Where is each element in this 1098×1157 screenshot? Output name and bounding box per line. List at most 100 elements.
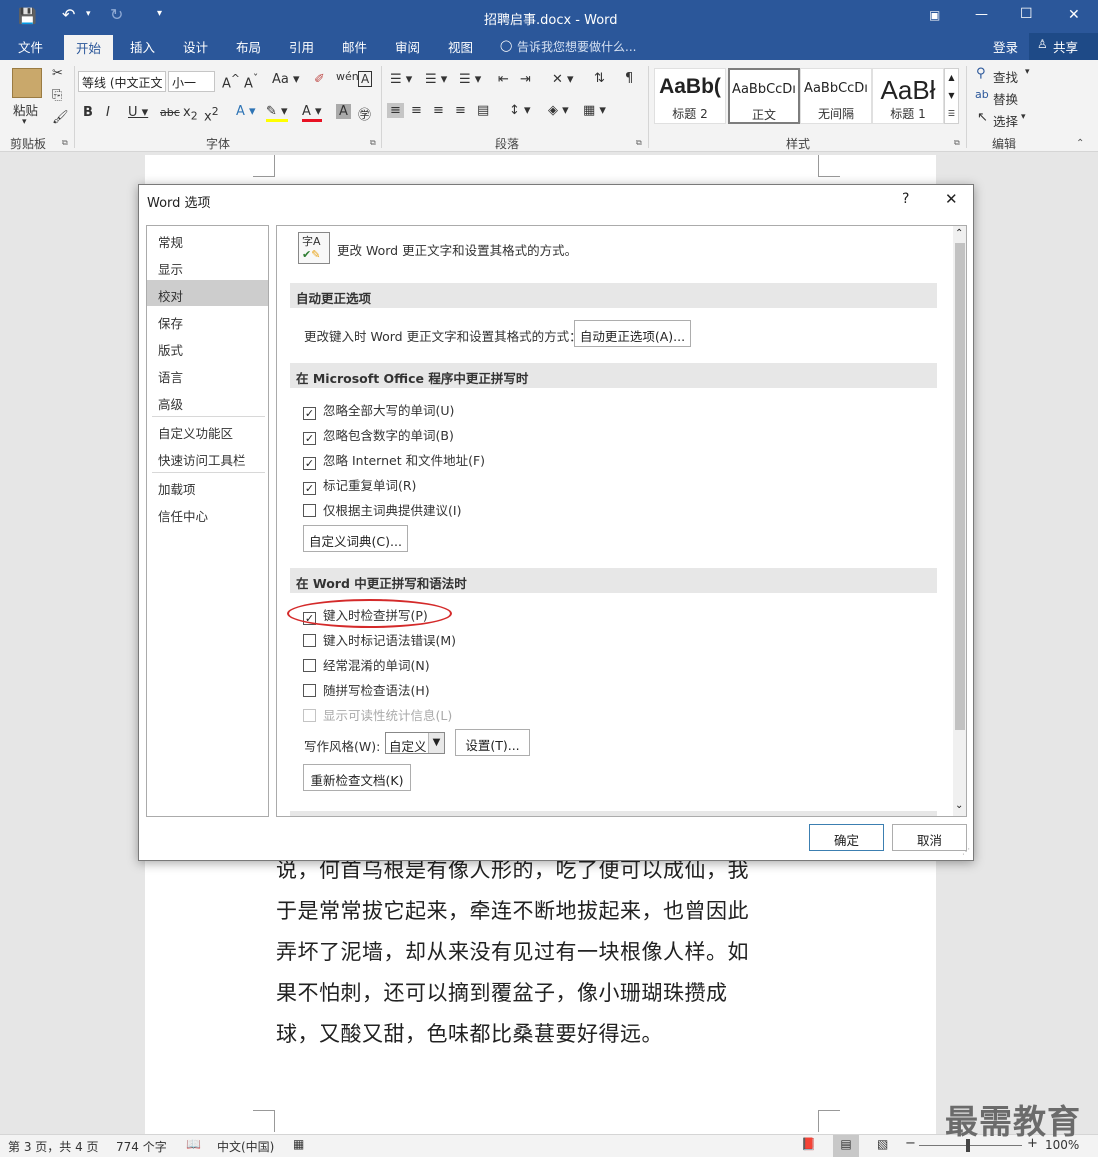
copy-icon[interactable]: ⎘ — [52, 88, 62, 103]
phonetic-guide-icon[interactable]: wén — [336, 70, 359, 83]
style-heading-1[interactable]: AaBł 标题 1 — [872, 68, 944, 124]
align-left-icon[interactable]: ≡ — [387, 103, 404, 118]
character-border-icon[interactable]: A — [358, 71, 373, 87]
tab-file[interactable]: 文件 — [18, 37, 43, 56]
style-normal[interactable]: AaBbCcDı 正文 — [728, 68, 800, 124]
justify-icon[interactable]: ≡ — [455, 103, 466, 118]
show-formatting-icon[interactable]: ¶ — [625, 71, 633, 86]
close-button[interactable]: ✕ — [1068, 7, 1080, 23]
shading-icon[interactable]: ◈ ▾ — [548, 103, 569, 118]
undo-dropdown-icon[interactable]: ▾ — [86, 9, 91, 19]
login-link[interactable]: 登录 — [993, 37, 1018, 56]
tab-mailings[interactable]: 邮件 — [342, 37, 367, 56]
nav-customize-ribbon[interactable]: 自定义功能区 — [147, 417, 268, 443]
checkbox-row[interactable]: ✓ 忽略包含数字的单词(B) — [303, 425, 454, 445]
styles-gallery-scroll[interactable]: ▲ ▼ ☰ — [944, 68, 959, 124]
dialog-launcher-icon[interactable]: ⧉ — [954, 138, 960, 148]
checkbox-row[interactable]: ✓ 标记重复单词(R) — [303, 475, 416, 495]
save-icon[interactable]: 💾 — [18, 7, 37, 25]
checkbox[interactable]: ✓ — [303, 457, 316, 470]
line-spacing-icon[interactable]: ↕ ▾ — [509, 103, 531, 118]
highlight-icon[interactable]: ✎ ▾ — [266, 104, 288, 122]
distributed-icon[interactable]: ▤ — [477, 103, 489, 118]
style-heading-2[interactable]: AaBb( 标题 2 — [654, 68, 726, 124]
tab-references[interactable]: 引用 — [289, 37, 314, 56]
dialog-launcher-icon[interactable]: ⧉ — [636, 138, 642, 148]
redo-icon[interactable]: ↻ — [110, 5, 123, 24]
italic-icon[interactable]: I — [106, 105, 110, 120]
undo-icon[interactable]: ↶ — [62, 5, 75, 24]
nav-add-ins[interactable]: 加载项 — [147, 473, 268, 499]
enclose-characters-icon[interactable]: ㊫ — [358, 104, 371, 123]
tab-view[interactable]: 视图 — [448, 37, 473, 56]
checkbox[interactable] — [303, 634, 316, 647]
nav-typography[interactable]: 版式 — [147, 334, 268, 360]
proofing-icon[interactable]: 📖 — [186, 1137, 201, 1151]
nav-advanced[interactable]: 高级 — [147, 388, 268, 414]
chinese-layout-icon[interactable]: ✕ ▾ — [552, 72, 574, 87]
resize-grip-icon[interactable]: ⋰ — [962, 847, 970, 856]
grow-font-icon[interactable]: A^ — [222, 72, 240, 91]
find-button[interactable]: 查找 — [993, 67, 1018, 86]
content-scrollbar[interactable]: ⌃ ⌄ — [953, 226, 966, 816]
find-dropdown-icon[interactable]: ▾ — [1025, 67, 1030, 77]
maximize-button[interactable]: ☐ — [1020, 6, 1033, 22]
help-button[interactable]: ? — [902, 191, 909, 207]
autocorrect-options-button[interactable]: 自动更正选项(A)... — [574, 320, 691, 347]
superscript-icon[interactable]: x2 — [204, 105, 219, 124]
paste-icon[interactable] — [12, 68, 42, 98]
checkbox-row[interactable]: 随拼写检查语法(H) — [303, 680, 430, 698]
print-layout-icon[interactable]: ▤ — [833, 1135, 859, 1157]
font-color-icon[interactable]: A ▾ — [302, 104, 322, 122]
tell-me-input[interactable]: 告诉我您想要做什么... — [517, 38, 636, 55]
recheck-document-button[interactable]: 重新检查文档(K) — [303, 764, 411, 791]
checkbox-row[interactable]: ✓ 忽略全部大写的单词(U) — [303, 400, 454, 420]
nav-proofing[interactable]: 校对 — [147, 280, 268, 306]
align-right-icon[interactable]: ≡ — [433, 103, 444, 118]
page-count[interactable]: 第 3 页，共 4 页 — [8, 1138, 99, 1155]
decrease-indent-icon[interactable]: ⇤ — [498, 72, 509, 87]
zoom-slider[interactable] — [919, 1145, 1022, 1146]
font-name-combo[interactable]: 等线 (中文正文 — [78, 71, 166, 92]
nav-general[interactable]: 常规 — [147, 226, 268, 252]
checkbox[interactable] — [303, 504, 316, 517]
checkbox[interactable]: ✓ — [303, 482, 316, 495]
web-layout-icon[interactable]: ▧ — [877, 1137, 888, 1151]
custom-dictionaries-button[interactable]: 自定义词典(C)... — [303, 525, 408, 552]
nav-quick-access-toolbar[interactable]: 快速访问工具栏 — [147, 444, 268, 470]
checkbox-row[interactable]: 经常混淆的单词(N) — [303, 655, 430, 673]
settings-button[interactable]: 设置(T)... — [455, 729, 530, 756]
replace-button[interactable]: 替换 — [993, 89, 1018, 108]
tab-review[interactable]: 审阅 — [395, 37, 420, 56]
increase-indent-icon[interactable]: ⇥ — [520, 72, 531, 87]
cut-icon[interactable]: ✂ — [52, 66, 63, 81]
nav-save[interactable]: 保存 — [147, 307, 268, 333]
nav-language[interactable]: 语言 — [147, 361, 268, 387]
ribbon-display-icon[interactable]: ▣ — [929, 8, 940, 22]
customize-qat-icon[interactable]: ▾ — [157, 8, 162, 19]
writing-style-select[interactable]: 自定义 ▼ — [385, 732, 445, 754]
minimize-button[interactable]: — — [975, 7, 988, 22]
macro-icon[interactable]: ▦ — [293, 1137, 304, 1151]
tab-design[interactable]: 设计 — [183, 37, 208, 56]
scroll-up-icon[interactable]: ⌃ — [955, 228, 963, 239]
paste-dropdown-icon[interactable]: ▾ — [22, 117, 27, 127]
numbering-icon[interactable]: ☰ ▾ — [425, 72, 447, 87]
checkbox[interactable] — [303, 684, 316, 697]
underline-icon[interactable]: U ▾ — [128, 105, 148, 120]
borders-icon[interactable]: ▦ ▾ — [583, 103, 606, 118]
nav-display[interactable]: 显示 — [147, 253, 268, 279]
shrink-font-icon[interactable]: Aˇ — [244, 72, 258, 91]
dialog-close-button[interactable]: ✕ — [945, 190, 958, 208]
checkbox-row[interactable]: 仅根据主词典提供建议(I) — [303, 500, 461, 518]
select-dropdown-icon[interactable]: ▾ — [1021, 112, 1026, 122]
change-case-icon[interactable]: Aa ▾ — [272, 72, 300, 87]
checkbox-row[interactable]: 键入时标记语法错误(M) — [303, 630, 456, 648]
sort-icon[interactable]: ⇅ — [594, 71, 605, 86]
clear-formatting-icon[interactable]: ✐ — [314, 72, 325, 87]
tab-home[interactable]: 开始 — [64, 35, 114, 60]
ok-button[interactable]: 确定 — [809, 824, 884, 851]
checkbox-row[interactable]: ✓ 忽略 Internet 和文件地址(F) — [303, 450, 485, 470]
strikethrough-icon[interactable]: abc — [160, 106, 180, 119]
collapse-ribbon-icon[interactable]: ⌃ — [1076, 138, 1084, 149]
